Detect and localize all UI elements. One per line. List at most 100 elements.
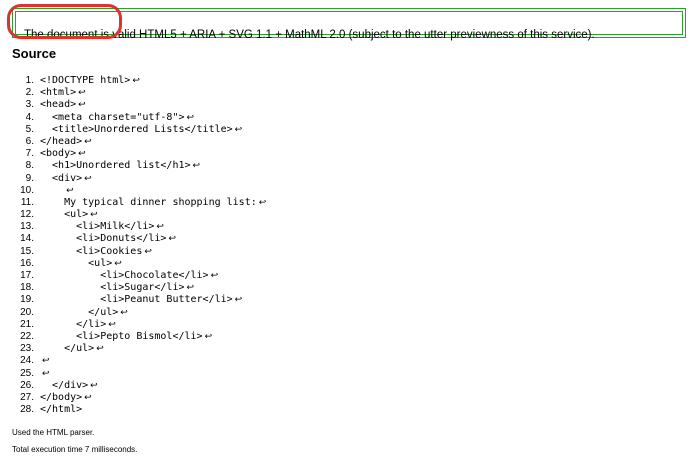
source-line: 1. <!DOCTYPE html> ↩ bbox=[14, 75, 266, 87]
source-code-text: </head> bbox=[40, 135, 83, 147]
line-break-icon: ↩ bbox=[210, 271, 219, 281]
source-code-text bbox=[40, 185, 64, 197]
source-code-text: </li> bbox=[40, 318, 107, 330]
source-code-text: </html> bbox=[40, 404, 83, 416]
line-break-icon: ↩ bbox=[78, 100, 86, 111]
line-number: 1. bbox=[25, 75, 34, 86]
source-line: 16. <ul> ↩ bbox=[14, 258, 266, 270]
line-number: 12. bbox=[20, 209, 34, 221]
source-line: 4. <meta charset="utf-8"> ↩ bbox=[14, 112, 266, 124]
line-number: 14. bbox=[20, 233, 34, 245]
execution-time-note: Total execution time 7 milliseconds. bbox=[12, 445, 138, 454]
source-line: 27. </body> ↩ bbox=[14, 392, 266, 404]
line-break-icon: ↩ bbox=[186, 283, 195, 294]
line-number: 23. bbox=[20, 343, 34, 355]
line-break-icon: ↩ bbox=[90, 380, 98, 391]
line-number: 16. bbox=[20, 257, 34, 269]
line-break-icon: ↩ bbox=[78, 88, 86, 99]
source-code-text: </ul> bbox=[40, 343, 95, 355]
source-code-text: <h1>Unordered list</h1> bbox=[40, 160, 191, 172]
line-number: 15. bbox=[20, 245, 34, 257]
line-break-icon: ↩ bbox=[120, 307, 128, 318]
source-code-text: <li>Peanut Butter</li> bbox=[40, 294, 233, 306]
source-code-text: <ul> bbox=[40, 257, 113, 269]
line-break-icon: ↩ bbox=[66, 185, 74, 196]
line-break-icon: ↩ bbox=[192, 161, 201, 172]
source-code-text: <li>Milk</li> bbox=[40, 221, 155, 233]
source-code-text: <li>Donuts</li> bbox=[40, 233, 167, 245]
source-line: 10. ↩ bbox=[14, 185, 266, 197]
line-break-icon: ↩ bbox=[42, 368, 50, 379]
line-break-icon: ↩ bbox=[84, 173, 92, 184]
source-heading: Source bbox=[12, 46, 57, 61]
line-break-icon: ↩ bbox=[156, 222, 164, 233]
source-code-text: <!DOCTYPE html> bbox=[40, 75, 131, 86]
line-break-icon: ↩ bbox=[204, 331, 213, 342]
source-line: 5. <title>Unordered Lists</title> ↩ bbox=[14, 124, 266, 136]
source-line: 2. <html> ↩ bbox=[14, 87, 266, 99]
source-line: 22. <li>Pepto Bismol</li> ↩ bbox=[14, 331, 266, 343]
source-line: 11. My typical dinner shopping list: ↩ bbox=[14, 197, 266, 209]
line-break-icon: ↩ bbox=[42, 356, 50, 367]
line-number: 28. bbox=[20, 404, 34, 416]
source-code-text: <title>Unordered Lists</title> bbox=[40, 123, 233, 135]
line-number: 7. bbox=[25, 148, 34, 160]
line-number: 2. bbox=[25, 87, 34, 99]
source-line: 20. </ul> ↩ bbox=[14, 307, 266, 319]
line-break-icon: ↩ bbox=[234, 124, 243, 135]
source-line: 17. <li>Chocolate</li> ↩ bbox=[14, 270, 266, 282]
line-break-icon: ↩ bbox=[78, 149, 86, 160]
line-number: 10. bbox=[20, 184, 34, 196]
source-line: 8. <h1>Unordered list</h1> ↩ bbox=[14, 160, 266, 172]
line-number: 22. bbox=[20, 330, 34, 342]
line-break-icon: ↩ bbox=[234, 295, 243, 306]
source-line: 12. <ul> ↩ bbox=[14, 209, 266, 221]
source-code-text: <div> bbox=[40, 172, 83, 184]
line-number: 4. bbox=[25, 111, 34, 123]
line-number: 5. bbox=[25, 123, 34, 135]
line-break-icon: ↩ bbox=[84, 136, 92, 147]
source-line: 14. <li>Donuts</li> ↩ bbox=[14, 233, 266, 245]
source-code-text: </ul> bbox=[40, 306, 119, 318]
line-break-icon: ↩ bbox=[114, 258, 122, 269]
source-line: 25. ↩ bbox=[14, 368, 266, 380]
source-code-text: <ul> bbox=[40, 209, 89, 221]
source-line: 13. <li>Milk</li> ↩ bbox=[14, 221, 266, 233]
source-line: 19. <li>Peanut Butter</li> ↩ bbox=[14, 294, 266, 306]
line-number: 27. bbox=[20, 391, 34, 403]
red-highlight-annotation bbox=[7, 4, 122, 39]
line-number: 13. bbox=[20, 221, 34, 233]
source-line: 23. </ul> ↩ bbox=[14, 343, 266, 355]
line-number: 20. bbox=[20, 306, 34, 318]
line-break-icon: ↩ bbox=[132, 76, 140, 86]
source-line: 24. ↩ bbox=[14, 355, 266, 367]
line-number: 17. bbox=[20, 270, 34, 281]
source-code-text: <body> bbox=[40, 148, 77, 160]
line-number: 3. bbox=[25, 99, 34, 111]
source-code-text: <head> bbox=[40, 99, 77, 111]
source-code-listing: 1. <!DOCTYPE html> ↩ 2. <html> ↩ 3. <head> ↩ 4. <… bbox=[14, 75, 266, 416]
line-break-icon: ↩ bbox=[90, 210, 98, 221]
source-code-text: <li>Chocolate</li> bbox=[40, 270, 209, 281]
line-number: 18. bbox=[20, 282, 34, 294]
line-number: 26. bbox=[20, 379, 34, 391]
line-break-icon: ↩ bbox=[168, 234, 176, 245]
line-break-icon: ↩ bbox=[144, 246, 152, 257]
source-line: 21. </li> ↩ bbox=[14, 319, 266, 331]
source-line: 28. </html> bbox=[14, 404, 266, 416]
source-line: 18. <li>Sugar</li> ↩ bbox=[14, 282, 266, 294]
line-break-icon: ↩ bbox=[84, 392, 92, 403]
line-break-icon: ↩ bbox=[258, 197, 267, 208]
source-line: 9. <div> ↩ bbox=[14, 173, 266, 185]
source-code-text: </body> bbox=[40, 391, 83, 403]
source-code-text: </div> bbox=[40, 379, 89, 391]
source-code-text: <li>Cookies bbox=[40, 245, 143, 257]
parser-note: Used the HTML parser. bbox=[12, 428, 95, 437]
source-code-text: <li>Pepto Bismol</li> bbox=[40, 330, 203, 342]
source-code-text: <html> bbox=[40, 87, 77, 99]
source-line: 26. </div> ↩ bbox=[14, 380, 266, 392]
line-number: 9. bbox=[25, 172, 34, 184]
line-number: 11. bbox=[20, 196, 34, 208]
source-line: 3. <head> ↩ bbox=[14, 99, 266, 111]
line-number: 25. bbox=[20, 367, 34, 379]
